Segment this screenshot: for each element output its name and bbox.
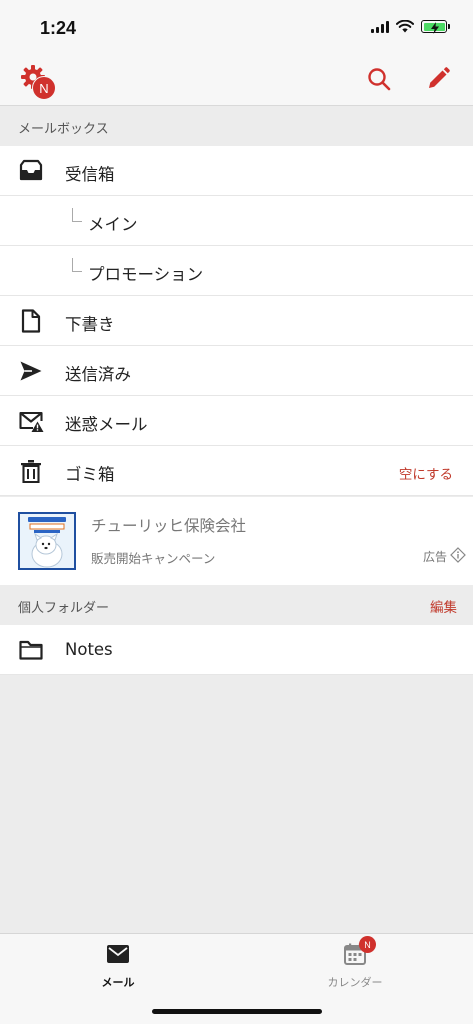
app-header: N [0, 56, 473, 106]
wifi-icon [396, 20, 414, 33]
mailbox-section-title: メールボックス [18, 122, 109, 137]
mailbox-item-trash[interactable]: ゴミ箱 空にする [0, 446, 473, 496]
folder-item-notes[interactable]: Notes [0, 625, 473, 675]
mailbox-item-spam[interactable]: 迷惑メール [0, 396, 473, 446]
ad-dog-illustration [20, 514, 74, 568]
empty-trash-button[interactable]: 空にする [399, 463, 453, 483]
mailbox-item-drafts[interactable]: 下書き [0, 296, 473, 346]
trash-icon [21, 460, 41, 484]
mailbox-section-header: メールボックス [0, 106, 473, 146]
mailbox-item-label: 迷惑メール [65, 415, 148, 434]
home-indicator [152, 1009, 322, 1014]
folder-item-label: Notes [65, 640, 113, 659]
ad-badge: 広告 [422, 550, 447, 564]
spam-icon [19, 411, 44, 432]
ad-info-icon[interactable] [450, 547, 466, 563]
mailbox-item-label: メイン [88, 215, 138, 234]
document-icon [21, 309, 41, 333]
ad-banner[interactable]: チューリッヒ保険会社 販売開始キャンペーン 広告 [0, 497, 473, 585]
tab-mail[interactable]: メール [68, 942, 168, 992]
mailbox-item-sent[interactable]: 送信済み [0, 346, 473, 396]
mailbox-item-promotions[interactable]: プロモーション [0, 246, 473, 296]
mailbox-item-label: 送信済み [65, 365, 131, 384]
tab-label: メール [101, 976, 135, 989]
battery-icon [421, 20, 450, 34]
ad-title: チューリッヒ保険会社 [91, 517, 247, 535]
subfolder-connector [72, 208, 82, 222]
calendar-badge: N [359, 936, 376, 953]
mailbox-item-label: 下書き [65, 315, 115, 334]
settings-button[interactable]: N [20, 64, 60, 100]
mail-icon [107, 945, 129, 963]
status-time: 1:24 [40, 18, 77, 38]
mailbox-item-inbox[interactable]: 受信箱 [0, 146, 473, 196]
status-bar: 1:24 [0, 0, 473, 56]
tab-label: カレンダー [327, 976, 383, 989]
cellular-signal-icon [371, 20, 389, 33]
pencil-icon [429, 67, 450, 88]
inbox-icon [19, 159, 43, 181]
personal-folders-section-header: 個人フォルダー 編集 [0, 585, 473, 625]
send-icon [20, 361, 42, 381]
edit-folders-button[interactable]: 編集 [430, 596, 457, 616]
tab-calendar[interactable]: N カレンダー [305, 936, 405, 992]
settings-badge: N [32, 76, 56, 100]
personal-folders-title: 個人フォルダー [18, 601, 110, 616]
ad-subtitle: 販売開始キャンペーン [91, 551, 216, 566]
mailbox-item-main[interactable]: メイン [0, 196, 473, 246]
mailbox-item-label: 受信箱 [65, 165, 115, 184]
search-button[interactable] [366, 66, 392, 92]
mailbox-item-label: プロモーション [88, 265, 204, 284]
status-icons [371, 20, 450, 34]
folder-icon [19, 640, 43, 660]
mailbox-item-label: ゴミ箱 [65, 465, 115, 484]
compose-button[interactable] [425, 66, 451, 92]
subfolder-connector [72, 258, 82, 272]
ad-thumbnail [18, 512, 76, 570]
search-icon [368, 68, 391, 91]
